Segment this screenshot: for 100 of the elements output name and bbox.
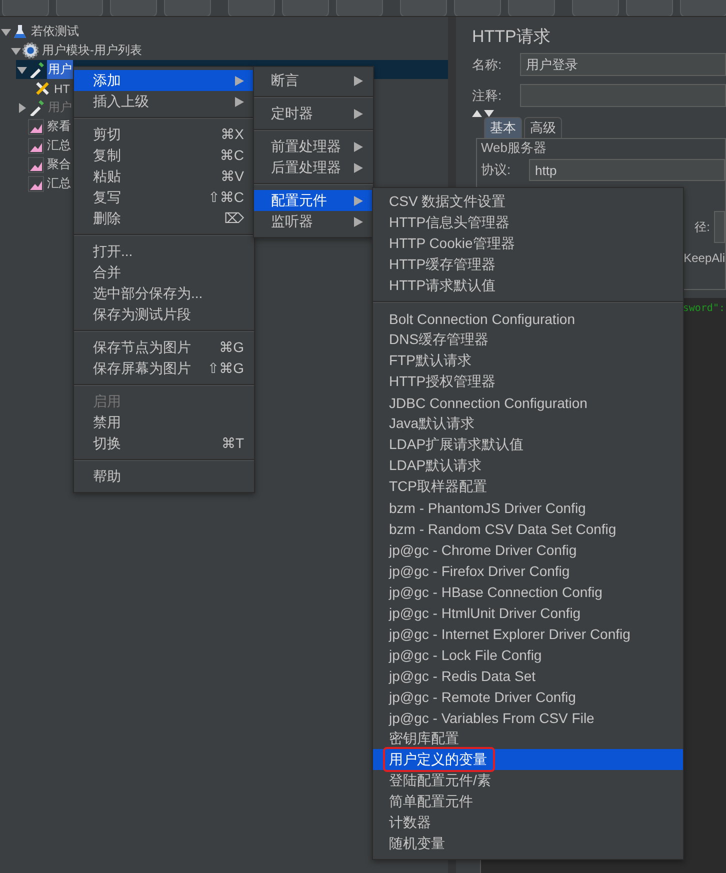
chart-icon bbox=[28, 176, 44, 192]
menu-item[interactable]: 选中部分保存为... bbox=[74, 283, 254, 304]
menu-item[interactable]: 保存节点为图片 ⌘G bbox=[74, 337, 254, 358]
field-label: 名称: bbox=[472, 56, 503, 74]
menu-item[interactable]: 保存为测试片段 bbox=[74, 304, 254, 325]
submenu-arrow-icon bbox=[354, 76, 363, 86]
tree-item[interactable]: 若依测试 bbox=[30, 22, 80, 41]
chart-icon bbox=[28, 118, 44, 134]
menu-item[interactable]: Bolt Connection Configuration bbox=[373, 308, 683, 329]
menu-item[interactable]: 后置处理器 bbox=[254, 157, 373, 178]
menu-item[interactable]: 保存屏幕为图片 ⇧⌘G bbox=[74, 358, 254, 379]
menu-item[interactable]: 密钥库配置 bbox=[373, 728, 683, 749]
menu-item[interactable]: jp@gc - Redis Data Set bbox=[373, 665, 683, 686]
group-title: Web服务器 bbox=[481, 139, 546, 157]
menu-item[interactable]: 定时器 bbox=[254, 103, 373, 124]
shortcut-label: ⌘T bbox=[221, 435, 244, 452]
menu-item[interactable]: 删除 ⌦ bbox=[74, 208, 254, 229]
shortcut-label: ⇧⌘C bbox=[208, 189, 244, 206]
menu-item[interactable]: JDBC Connection Configuration bbox=[373, 392, 683, 413]
menu-item[interactable]: TCP取样器配置 bbox=[373, 476, 683, 497]
menu-item[interactable]: 添加 bbox=[74, 70, 254, 91]
menu-item[interactable]: HTTP缓存管理器 bbox=[373, 254, 683, 275]
menu-item[interactable]: CSV 数据文件设置 bbox=[373, 191, 683, 212]
menu-item[interactable]: 复写 ⇧⌘C bbox=[74, 187, 254, 208]
menu-item[interactable]: jp@gc - Variables From CSV File bbox=[373, 707, 683, 728]
flask-icon bbox=[12, 24, 28, 40]
menu-item[interactable]: LDAP扩展请求默认值 bbox=[373, 434, 683, 455]
menu-item[interactable]: jp@gc - Lock File Config bbox=[373, 644, 683, 665]
menu-item[interactable]: bzm - Random CSV Data Set Config bbox=[373, 518, 683, 539]
menu-item[interactable]: jp@gc - Remote Driver Config bbox=[373, 686, 683, 707]
menu-item[interactable]: jp@gc - Internet Explorer Driver Config bbox=[373, 623, 683, 644]
menu-item[interactable]: HTTP Cookie管理器 bbox=[373, 233, 683, 254]
menu-item[interactable]: 复制 ⌘C bbox=[74, 145, 254, 166]
menu-item[interactable]: 合并 bbox=[74, 262, 254, 283]
menu-item[interactable]: HTTP授权管理器 bbox=[373, 371, 683, 392]
menu-item[interactable]: HTTP请求默认值 bbox=[373, 275, 683, 296]
tab[interactable]: 基本 bbox=[484, 117, 522, 138]
menu-item[interactable]: bzm - PhantomJS Driver Config bbox=[373, 497, 683, 518]
pipette-icon bbox=[28, 99, 45, 116]
menu-item[interactable]: 禁用 bbox=[74, 412, 254, 433]
submenu-arrow-icon bbox=[354, 196, 363, 206]
shortcut-label: ⌘V bbox=[220, 168, 244, 185]
menu-item[interactable]: 切换 ⌘T bbox=[74, 433, 254, 454]
tab[interactable]: 高级 bbox=[524, 117, 562, 138]
submenu-arrow-icon bbox=[354, 162, 363, 172]
name-field[interactable]: 用户登录 bbox=[520, 53, 726, 76]
menu-item[interactable]: 帮助 bbox=[74, 466, 254, 487]
tree-item[interactable]: 用户模块-用户列表 bbox=[41, 41, 143, 60]
submenu-arrow-icon bbox=[235, 96, 244, 106]
menu-item[interactable]: 监听器 bbox=[254, 211, 373, 232]
menu-item[interactable]: jp@gc - Chrome Driver Config bbox=[373, 539, 683, 560]
shortcut-label: ⌘C bbox=[220, 147, 244, 164]
menu-item[interactable]: 简单配置元件 bbox=[373, 791, 683, 812]
option-label: KeepAli bbox=[684, 251, 725, 265]
menu-item[interactable]: 粘贴 ⌘V bbox=[74, 166, 254, 187]
submenu-arrow-icon bbox=[354, 142, 363, 152]
tree-item[interactable]: 汇总 bbox=[46, 174, 72, 193]
menu-item[interactable]: 断言 bbox=[254, 70, 373, 91]
submenu-arrow-icon bbox=[354, 108, 363, 118]
wrench-screwdriver-icon bbox=[34, 80, 51, 97]
tree-item[interactable]: HT bbox=[53, 80, 71, 96]
panel-title: HTTP请求 bbox=[472, 26, 552, 48]
menu-item[interactable]: 计数器 bbox=[373, 812, 683, 833]
shortcut-label: ⌘G bbox=[219, 339, 244, 356]
menu-item[interactable]: 插入上级 bbox=[74, 91, 254, 112]
collapse-arrows-icon[interactable] bbox=[472, 109, 494, 117]
pipette-icon bbox=[28, 61, 45, 78]
shortcut-label: ⇧⌘G bbox=[207, 360, 244, 377]
menu-item[interactable]: 打开... bbox=[74, 241, 254, 262]
protocol-field[interactable]: http bbox=[529, 159, 725, 181]
menu-item[interactable]: 配置元件 bbox=[254, 190, 373, 211]
chart-icon bbox=[28, 138, 44, 154]
shortcut-label: ⌘X bbox=[220, 126, 244, 143]
menu-item[interactable]: jp@gc - HtmlUnit Driver Config bbox=[373, 602, 683, 623]
submenu-arrow-icon bbox=[235, 76, 244, 86]
menu-item[interactable]: jp@gc - Firefox Driver Config bbox=[373, 560, 683, 581]
menu-item[interactable]: 用户定义的变量 bbox=[373, 749, 683, 770]
menu-item[interactable]: 剪切 ⌘X bbox=[74, 124, 254, 145]
tree-item[interactable]: 察看 bbox=[46, 117, 72, 136]
tree-item[interactable]: 汇总 bbox=[46, 136, 72, 155]
menu-item[interactable]: 前置处理器 bbox=[254, 136, 373, 157]
menu-item[interactable]: 随机变量 bbox=[373, 833, 683, 854]
field-label: 协议: bbox=[481, 161, 512, 179]
tree-item[interactable]: 用户 bbox=[47, 60, 73, 79]
menu-item[interactable]: FTP默认请求 bbox=[373, 350, 683, 371]
menu-item[interactable]: HTTP信息头管理器 bbox=[373, 212, 683, 233]
menu-item[interactable]: jp@gc - HBase Connection Config bbox=[373, 581, 683, 602]
menu-item[interactable]: DNS缓存管理器 bbox=[373, 329, 683, 350]
field-label: 注释: bbox=[472, 86, 503, 104]
field-label: 径: bbox=[694, 218, 710, 236]
menu-item[interactable]: LDAP默认请求 bbox=[373, 455, 683, 476]
gear-icon bbox=[22, 42, 39, 59]
menu-item[interactable]: 登陆配置元件/素 bbox=[373, 770, 683, 791]
menu-item[interactable]: Java默认请求 bbox=[373, 413, 683, 434]
code-text: sword": bbox=[682, 303, 725, 314]
comment-field[interactable] bbox=[520, 84, 726, 107]
path-field[interactable] bbox=[714, 211, 725, 243]
chart-icon bbox=[28, 156, 44, 172]
tree-item[interactable]: 聚合 bbox=[46, 155, 72, 174]
submenu-arrow-icon bbox=[354, 216, 363, 226]
